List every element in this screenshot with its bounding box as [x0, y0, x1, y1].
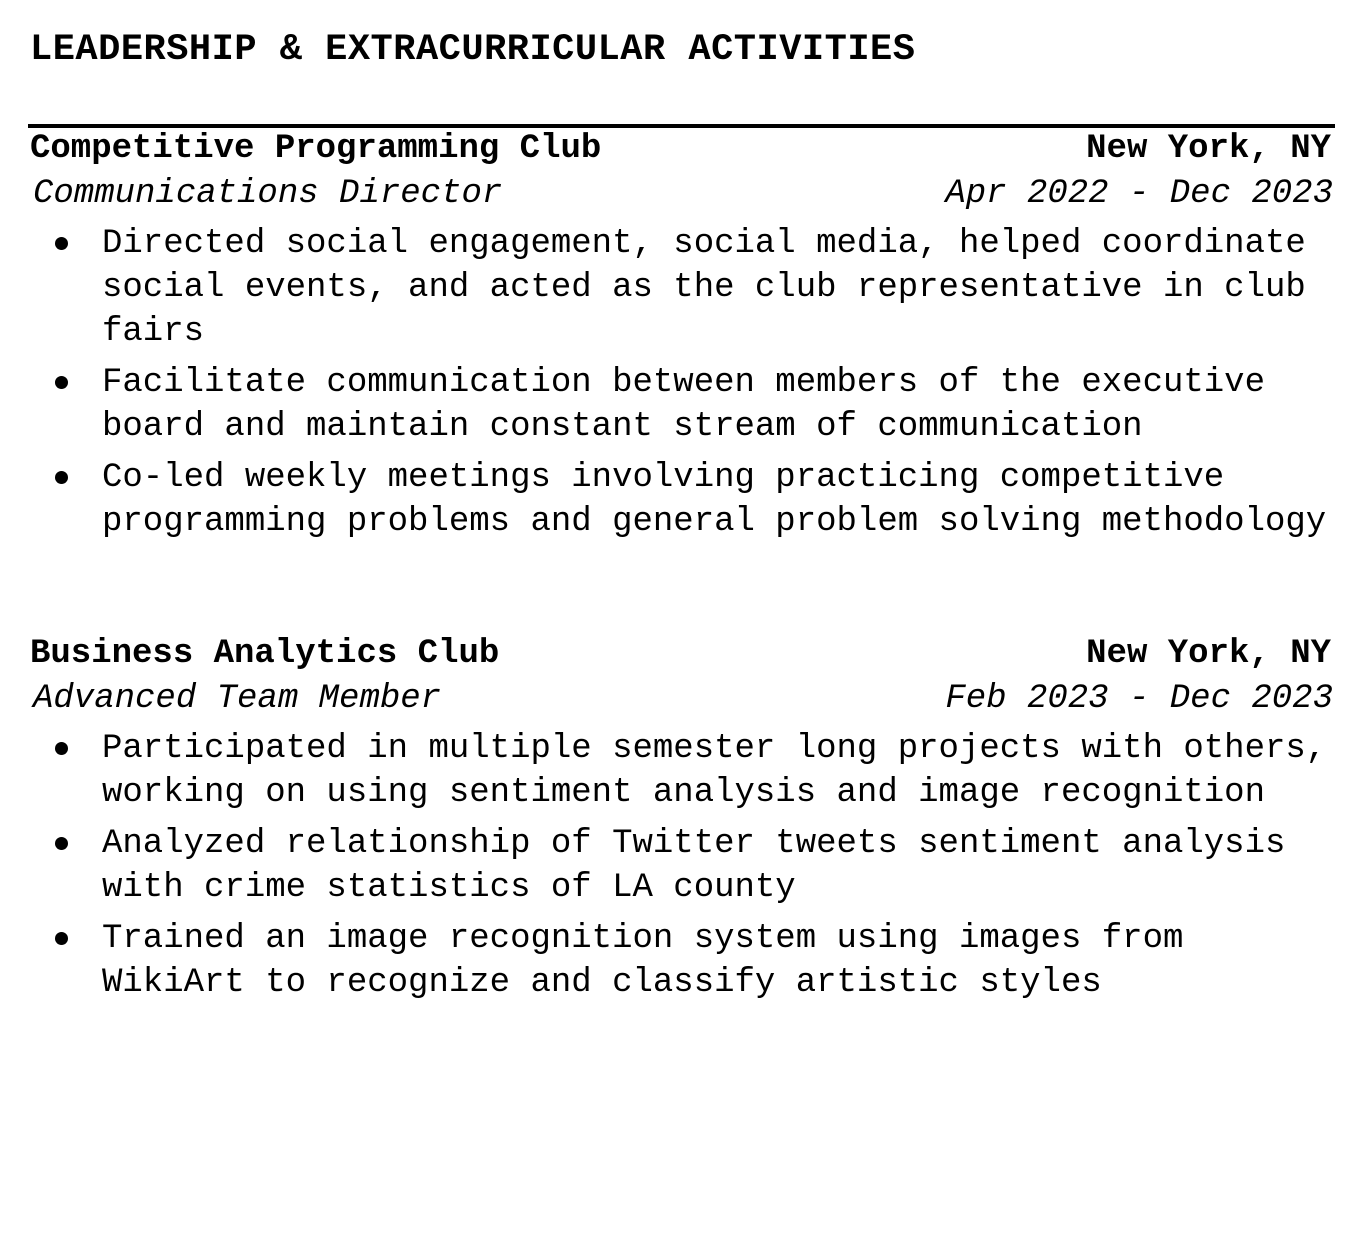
bullet-item: Co-led weekly meetings involving practic…: [0, 456, 1357, 544]
bullet-dot-icon: [55, 237, 68, 250]
organization-name: Business Analytics Club: [30, 635, 500, 673]
bullet-dot-icon: [55, 471, 68, 484]
bullet-dot-icon: [55, 837, 68, 850]
bullet-list: Participated in multiple semester long p…: [0, 727, 1357, 1012]
bullet-text: Analyzed relationship of Twitter tweets …: [102, 825, 1286, 907]
bullet-item: Trained an image recognition system usin…: [0, 917, 1357, 1005]
bullet-text: Facilitate communication between members…: [102, 364, 1265, 446]
bullet-text: Trained an image recognition system usin…: [102, 920, 1184, 1002]
entry-role-row: Advanced Team Member Feb 2023 - Dec 2023: [0, 677, 1357, 721]
resume-page: LEADERSHIP & EXTRACURRICULAR ACTIVITIES …: [0, 0, 1357, 1253]
bullet-item: Directed social engagement, social media…: [0, 222, 1357, 354]
entry-header-row: Business Analytics Club New York, NY: [0, 632, 1357, 676]
entry-role-row: Communications Director Apr 2022 - Dec 2…: [0, 172, 1357, 216]
bullet-item: Facilitate communication between members…: [0, 361, 1357, 449]
bullet-text: Directed social engagement, social media…: [102, 225, 1306, 351]
role-dates: Feb 2023 - Dec 2023: [945, 680, 1333, 718]
role-title: Communications Director: [33, 175, 503, 213]
organization-name: Competitive Programming Club: [30, 130, 602, 168]
bullet-dot-icon: [55, 376, 68, 389]
bullet-dot-icon: [55, 742, 68, 755]
entry-header-row: Competitive Programming Club New York, N…: [0, 127, 1357, 171]
role-title: Advanced Team Member: [33, 680, 442, 718]
role-dates: Apr 2022 - Dec 2023: [945, 175, 1333, 213]
bullet-item: Analyzed relationship of Twitter tweets …: [0, 822, 1357, 910]
bullet-text: Co-led weekly meetings involving practic…: [102, 459, 1327, 541]
bullet-text: Participated in multiple semester long p…: [102, 730, 1327, 812]
bullet-item: Participated in multiple semester long p…: [0, 727, 1357, 815]
organization-location: New York, NY: [1086, 130, 1331, 168]
organization-location: New York, NY: [1086, 635, 1331, 673]
section-title: LEADERSHIP & EXTRACURRICULAR ACTIVITIES: [30, 29, 916, 71]
bullet-dot-icon: [55, 932, 68, 945]
bullet-list: Directed social engagement, social media…: [0, 222, 1357, 551]
